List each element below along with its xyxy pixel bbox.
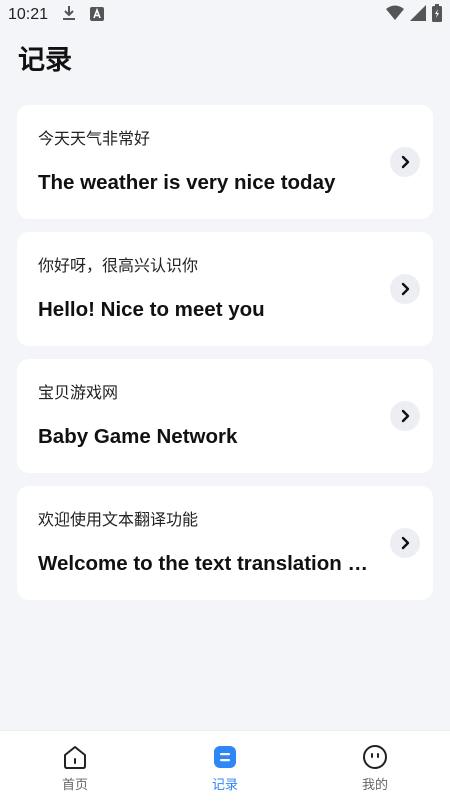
nav-label-records: 记录 <box>211 778 238 793</box>
nav-label-home: 首页 <box>61 778 88 793</box>
record-source-text: 宝贝游戏网 <box>38 383 119 402</box>
record-source-text: 今天天气非常好 <box>38 129 151 148</box>
record-translation-text: The weather is very nice today <box>38 171 336 194</box>
record-card[interactable]: 今天天气非常好 The weather is very nice today <box>17 105 433 219</box>
wifi-icon <box>386 5 404 25</box>
records-list: 今天天气非常好 The weather is very nice today 你… <box>17 105 433 613</box>
record-card[interactable]: 欢迎使用文本翻译功能 Welcome to the text translati… <box>17 486 433 600</box>
nav-label-profile: 我的 <box>361 778 388 793</box>
signal-icon <box>410 5 426 25</box>
profile-icon <box>362 744 388 770</box>
battery-icon <box>432 4 442 26</box>
status-bar: 10:21 <box>0 0 450 30</box>
record-card[interactable]: 你好呀，很高兴认识你 Hello! Nice to meet you <box>17 232 433 346</box>
page-title: 记录 <box>18 45 72 76</box>
nav-item-records[interactable]: 记录 <box>165 731 285 801</box>
record-source-text: 欢迎使用文本翻译功能 <box>38 510 199 529</box>
home-icon <box>62 744 88 770</box>
chevron-right-icon[interactable] <box>390 147 420 177</box>
download-icon <box>62 5 76 25</box>
record-translation-text: Welcome to the text translation … <box>38 552 368 575</box>
chevron-right-icon[interactable] <box>390 401 420 431</box>
record-translation-text: Baby Game Network <box>38 425 238 448</box>
nav-item-home[interactable]: 首页 <box>15 731 135 801</box>
record-translation-text: Hello! Nice to meet you <box>38 298 265 321</box>
record-source-text: 你好呀，很高兴认识你 <box>38 256 199 275</box>
chevron-right-icon[interactable] <box>390 274 420 304</box>
nav-item-profile[interactable]: 我的 <box>315 731 435 801</box>
status-time: 10:21 <box>8 6 49 23</box>
record-card[interactable]: 宝贝游戏网 Baby Game Network <box>17 359 433 473</box>
bottom-nav: 首页 记录 我的 <box>0 730 450 801</box>
chevron-right-icon[interactable] <box>390 528 420 558</box>
notification-app-icon <box>90 6 105 25</box>
records-icon <box>212 744 238 770</box>
